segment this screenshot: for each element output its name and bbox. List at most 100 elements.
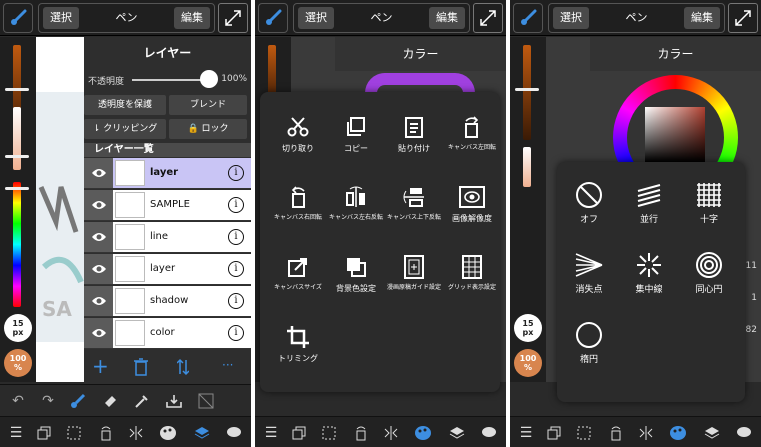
edit-menu-item[interactable]: キャンバスサイズ — [268, 250, 328, 308]
slider-knob[interactable] — [5, 187, 29, 190]
trash-icon[interactable] — [134, 358, 148, 376]
opacity-slider[interactable] — [13, 107, 21, 170]
opacity-knob[interactable] — [200, 70, 218, 88]
selection-tool-icon[interactable] — [574, 423, 594, 443]
palette-icon[interactable] — [413, 423, 433, 443]
copy-layer-icon[interactable] — [289, 423, 309, 443]
ruler-menu-item[interactable]: オフ — [559, 176, 619, 236]
opacity-track[interactable] — [132, 79, 209, 81]
visibility-eye-icon[interactable] — [84, 158, 113, 188]
edit-menu-item[interactable]: キャンバス右回転 — [268, 180, 328, 238]
selection-tool-icon[interactable] — [64, 423, 84, 443]
eraser-icon[interactable] — [100, 391, 120, 411]
edit-menu-item[interactable]: グリッド表示設定 — [442, 250, 502, 308]
layer-info-icon[interactable]: i — [228, 261, 244, 277]
visibility-eye-icon[interactable] — [84, 318, 113, 348]
ruler-menu-item[interactable]: 楕円 — [559, 316, 619, 376]
add-layer-icon[interactable]: + — [92, 354, 109, 378]
edit-menu-item[interactable]: キャンバス左右反転 — [326, 180, 386, 238]
more-icon[interactable]: ··· — [222, 358, 233, 372]
edit-menu-item[interactable]: 切り取り — [268, 110, 328, 168]
layer-info-icon[interactable]: i — [228, 229, 244, 245]
brush-tool-button[interactable] — [3, 3, 33, 33]
ruler-menu-item[interactable]: 集中線 — [619, 246, 679, 306]
rotate-icon[interactable] — [606, 423, 626, 443]
edit-menu-item[interactable]: トリミング — [268, 320, 328, 378]
edit-button[interactable]: 編集 — [429, 7, 465, 29]
edit-menu-item[interactable]: 漫画原稿ガイド設定 — [384, 250, 444, 308]
saturation-square[interactable] — [645, 107, 705, 162]
copy-layer-icon[interactable] — [34, 423, 54, 443]
layer-row[interactable]: color i — [84, 318, 251, 349]
layer-info-icon[interactable]: i — [228, 165, 244, 181]
layer-info-icon[interactable]: i — [228, 325, 244, 341]
blend-button[interactable]: ブレンド — [169, 95, 247, 115]
fullscreen-button[interactable] — [473, 3, 503, 33]
rotate-icon[interactable] — [96, 423, 116, 443]
opacity-badge[interactable]: 100% — [514, 349, 542, 377]
undo-icon[interactable]: ↶ — [8, 391, 28, 411]
edit-button[interactable]: 編集 — [174, 7, 210, 29]
flip-icon[interactable] — [381, 423, 401, 443]
flip-icon[interactable] — [636, 423, 656, 443]
menu-icon[interactable]: ☰ — [516, 423, 536, 443]
opacity-slider[interactable] — [523, 147, 531, 187]
visibility-eye-icon[interactable] — [84, 222, 113, 252]
fullscreen-button[interactable] — [218, 3, 248, 33]
slider-knob[interactable] — [5, 155, 29, 158]
selection-tool-icon[interactable] — [319, 423, 339, 443]
visibility-eye-icon[interactable] — [84, 190, 113, 220]
layer-row[interactable]: layer i — [84, 158, 251, 189]
layer-row[interactable]: layer i — [84, 254, 251, 285]
layers-icon[interactable] — [447, 423, 467, 443]
reorder-icon[interactable] — [177, 358, 189, 376]
edit-menu-item[interactable]: キャンバス左回転 — [442, 110, 502, 168]
lock-button[interactable]: 🔒 ロック — [169, 119, 247, 139]
eyedropper-icon[interactable] — [132, 391, 152, 411]
edit-menu-item[interactable]: 貼り付け — [384, 110, 444, 168]
brush-tool-button[interactable] — [513, 3, 543, 33]
brush-icon[interactable] — [68, 391, 88, 411]
palette-icon[interactable] — [668, 423, 688, 443]
ruler-menu-item[interactable]: 消失点 — [559, 246, 619, 306]
layer-row[interactable]: shadow i — [84, 286, 251, 317]
layers-icon[interactable] — [702, 423, 722, 443]
comment-icon[interactable] — [734, 423, 754, 443]
brush-size-slider[interactable] — [523, 45, 531, 140]
copy-layer-icon[interactable] — [544, 423, 564, 443]
visibility-eye-icon[interactable] — [84, 286, 113, 316]
hue-slider[interactable] — [13, 182, 21, 307]
ruler-menu-item[interactable]: 並行 — [619, 176, 679, 236]
rotate-icon[interactable] — [351, 423, 371, 443]
fullscreen-button[interactable] — [728, 3, 758, 33]
no-selection-icon[interactable] — [196, 391, 216, 411]
edit-menu-item[interactable]: キャンバス上下反転 — [384, 180, 444, 238]
brush-size-badge[interactable]: 15 px — [4, 314, 32, 342]
menu-icon[interactable]: ☰ — [261, 423, 281, 443]
opacity-badge[interactable]: 100% — [4, 349, 32, 377]
layer-info-icon[interactable]: i — [228, 293, 244, 309]
layers-icon[interactable] — [192, 423, 212, 443]
comment-icon[interactable] — [224, 423, 244, 443]
layer-info-icon[interactable]: i — [228, 197, 244, 213]
fill-icon[interactable] — [164, 391, 184, 411]
visibility-eye-icon[interactable] — [84, 254, 113, 284]
protect-transparency-button[interactable]: 透明度を保護 — [84, 95, 166, 115]
edit-menu-item[interactable]: 画像解像度 — [442, 180, 502, 238]
layer-row[interactable]: SAMPLE i — [84, 190, 251, 221]
layer-row[interactable]: line i — [84, 222, 251, 253]
edit-menu-item[interactable]: コピー — [326, 110, 386, 168]
flip-icon[interactable] — [126, 423, 146, 443]
palette-icon[interactable] — [158, 423, 178, 443]
slider-knob[interactable] — [515, 88, 539, 91]
slider-knob[interactable] — [5, 88, 29, 91]
edit-button[interactable]: 編集 — [684, 7, 720, 29]
menu-icon[interactable]: ☰ — [6, 423, 26, 443]
edit-menu-item[interactable]: 背景色設定 — [326, 250, 386, 308]
comment-icon[interactable] — [479, 423, 499, 443]
brush-tool-button[interactable] — [258, 3, 288, 33]
clipping-button[interactable]: ⇂ クリッピング — [84, 119, 166, 139]
ruler-menu-item[interactable]: 同心円 — [679, 246, 739, 306]
brush-size-badge[interactable]: 15 px — [514, 314, 542, 342]
redo-icon[interactable]: ↷ — [38, 391, 58, 411]
